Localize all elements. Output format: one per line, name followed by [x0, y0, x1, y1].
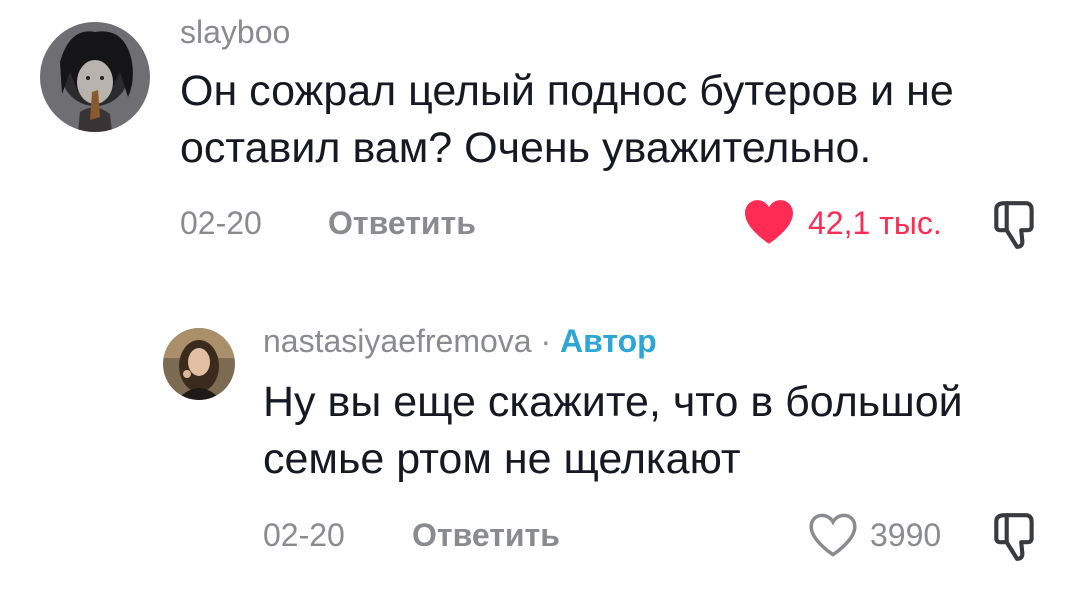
reply-text-line: семье ртом не щелкают — [263, 435, 741, 483]
avatar[interactable] — [163, 328, 235, 400]
like-count: 42,1 тыс. — [808, 205, 942, 241]
reply-button[interactable]: Ответить — [412, 517, 560, 554]
comment-username[interactable]: slayboo — [180, 14, 290, 51]
reply-text-line: Ну вы еще скажите, что в большой — [263, 378, 963, 426]
avatar[interactable] — [40, 22, 150, 132]
separator: · — [540, 323, 552, 359]
thumbs-down-icon[interactable] — [990, 197, 1040, 251]
comment-date: 02-20 — [180, 205, 262, 241]
reply-button[interactable]: Ответить — [328, 205, 476, 242]
comment-text: Он сожрал целый поднос бутеров и не оста… — [180, 63, 954, 177]
author-badge: Автор — [560, 323, 657, 359]
comment-text-line: оставил вам? Очень уважительно. — [180, 124, 872, 172]
heart-icon[interactable] — [806, 511, 860, 559]
reply-text: Ну вы еще скажите, что в большой семье р… — [263, 374, 963, 488]
comment-text-line: Он сожрал целый поднос бутеров и не — [180, 67, 954, 115]
like-count: 3990 — [870, 517, 942, 553]
reply-username[interactable]: nastasiyaefremova — [263, 323, 532, 359]
thumbs-down-icon[interactable] — [990, 509, 1040, 563]
heart-icon[interactable] — [742, 198, 796, 246]
reply-username-line: nastasiyaefremova · Автор — [263, 323, 657, 360]
reply-date: 02-20 — [263, 517, 345, 553]
